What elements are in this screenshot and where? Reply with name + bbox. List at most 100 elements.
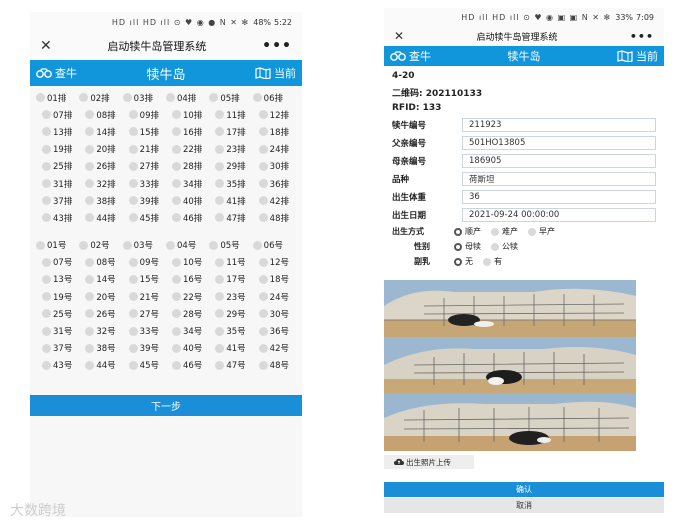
grid-option[interactable]: 27号 (123, 305, 166, 322)
grid-option[interactable]: 12号 (253, 254, 296, 271)
grid-option[interactable]: 06排 (252, 89, 296, 106)
grid-option[interactable]: 08号 (79, 254, 122, 271)
radio-option[interactable]: 母犊 (454, 241, 481, 252)
grid-option[interactable]: 05排 (209, 89, 252, 106)
current-button[interactable]: 当前 (617, 48, 658, 64)
grid-option[interactable]: 13号 (36, 271, 79, 288)
grid-option[interactable]: 28号 (166, 305, 209, 322)
grid-option[interactable]: 47号 (209, 357, 252, 374)
grid-option[interactable]: 15号 (123, 271, 166, 288)
grid-option[interactable]: 17号 (209, 271, 252, 288)
calf-photo[interactable] (384, 337, 636, 394)
grid-option[interactable]: 01排 (36, 89, 79, 106)
grid-option[interactable]: 16号 (166, 271, 209, 288)
form-input[interactable]: 2021-09-24 00:00:00 (462, 208, 656, 222)
grid-option[interactable]: 20号 (79, 288, 122, 305)
grid-option[interactable]: 18号 (253, 271, 296, 288)
grid-option[interactable]: 28排 (166, 158, 209, 175)
grid-option[interactable]: 11号 (209, 254, 252, 271)
grid-option[interactable]: 36号 (253, 322, 296, 339)
grid-option[interactable]: 34号 (166, 322, 209, 339)
grid-option[interactable]: 06号 (252, 237, 296, 254)
grid-option[interactable]: 41排 (209, 192, 252, 209)
grid-option[interactable]: 09号 (123, 254, 166, 271)
grid-option[interactable]: 43排 (36, 209, 79, 226)
grid-option[interactable]: 24排 (253, 141, 296, 158)
grid-option[interactable]: 23号 (209, 288, 252, 305)
grid-option[interactable]: 47排 (209, 209, 252, 226)
next-step-button[interactable]: 下一步 (30, 395, 302, 416)
grid-option[interactable]: 24号 (253, 288, 296, 305)
grid-option[interactable]: 10号 (166, 254, 209, 271)
grid-option[interactable]: 14号 (79, 271, 122, 288)
cancel-button[interactable]: 取消 (384, 498, 664, 513)
upload-photo-button[interactable]: 出生照片上传 (384, 455, 474, 469)
more-icon[interactable]: ••• (630, 30, 654, 43)
grid-option[interactable]: 39排 (123, 192, 166, 209)
grid-option[interactable]: 41号 (209, 340, 252, 357)
grid-option[interactable]: 37排 (36, 192, 79, 209)
grid-option[interactable]: 32排 (79, 175, 122, 192)
grid-option[interactable]: 02号 (79, 237, 122, 254)
calf-photo[interactable] (384, 394, 636, 451)
grid-option[interactable]: 43号 (36, 357, 79, 374)
current-button[interactable]: 当前 (255, 65, 296, 81)
grid-option[interactable]: 02排 (79, 89, 122, 106)
grid-option[interactable]: 31号 (36, 322, 79, 339)
grid-option[interactable]: 31排 (36, 175, 79, 192)
grid-option[interactable]: 36排 (253, 175, 296, 192)
grid-option[interactable]: 18排 (253, 123, 296, 140)
grid-option[interactable]: 07号 (36, 254, 79, 271)
grid-option[interactable]: 30排 (253, 158, 296, 175)
grid-option[interactable]: 34排 (166, 175, 209, 192)
radio-option[interactable]: 早产 (528, 226, 555, 237)
grid-option[interactable]: 03排 (122, 89, 166, 106)
grid-option[interactable]: 44排 (79, 209, 122, 226)
grid-option[interactable]: 01号 (36, 237, 79, 254)
grid-option[interactable]: 04号 (165, 237, 209, 254)
grid-option[interactable]: 45排 (123, 209, 166, 226)
grid-option[interactable]: 38号 (79, 340, 122, 357)
query-cattle-button[interactable]: 查牛 (390, 48, 431, 64)
grid-option[interactable]: 11排 (209, 106, 252, 123)
form-input[interactable]: 501HO13805 (462, 136, 656, 150)
grid-option[interactable]: 20排 (79, 141, 122, 158)
grid-option[interactable]: 48号 (253, 357, 296, 374)
grid-option[interactable]: 37号 (36, 340, 79, 357)
grid-option[interactable]: 21排 (123, 141, 166, 158)
form-input[interactable]: 荷斯坦 (462, 172, 656, 186)
grid-option[interactable]: 45号 (123, 357, 166, 374)
grid-option[interactable]: 26排 (79, 158, 122, 175)
grid-option[interactable]: 25号 (36, 305, 79, 322)
grid-option[interactable]: 16排 (166, 123, 209, 140)
form-input[interactable]: 211923 (462, 118, 656, 132)
more-icon[interactable]: ••• (262, 38, 292, 54)
close-icon[interactable]: ✕ (40, 38, 52, 54)
grid-option[interactable]: 29排 (209, 158, 252, 175)
grid-option[interactable]: 04排 (165, 89, 209, 106)
grid-option[interactable]: 30号 (253, 305, 296, 322)
grid-option[interactable]: 10排 (166, 106, 209, 123)
grid-option[interactable]: 08排 (79, 106, 122, 123)
grid-option[interactable]: 15排 (123, 123, 166, 140)
grid-option[interactable]: 03号 (122, 237, 166, 254)
grid-option[interactable]: 42号 (253, 340, 296, 357)
grid-option[interactable]: 33排 (123, 175, 166, 192)
grid-option[interactable]: 22号 (166, 288, 209, 305)
radio-option[interactable]: 顺产 (454, 226, 481, 237)
grid-option[interactable]: 29号 (209, 305, 252, 322)
grid-option[interactable]: 42排 (253, 192, 296, 209)
form-input[interactable]: 36 (462, 190, 656, 204)
grid-option[interactable]: 46排 (166, 209, 209, 226)
query-cattle-button[interactable]: 查牛 (36, 65, 77, 81)
grid-option[interactable]: 38排 (79, 192, 122, 209)
calf-photo[interactable] (384, 280, 636, 337)
grid-option[interactable]: 07排 (36, 106, 79, 123)
grid-option[interactable]: 46号 (166, 357, 209, 374)
grid-option[interactable]: 35号 (209, 322, 252, 339)
grid-option[interactable]: 48排 (253, 209, 296, 226)
grid-option[interactable]: 09排 (123, 106, 166, 123)
grid-option[interactable]: 14排 (79, 123, 122, 140)
grid-option[interactable]: 13排 (36, 123, 79, 140)
grid-option[interactable]: 39号 (123, 340, 166, 357)
